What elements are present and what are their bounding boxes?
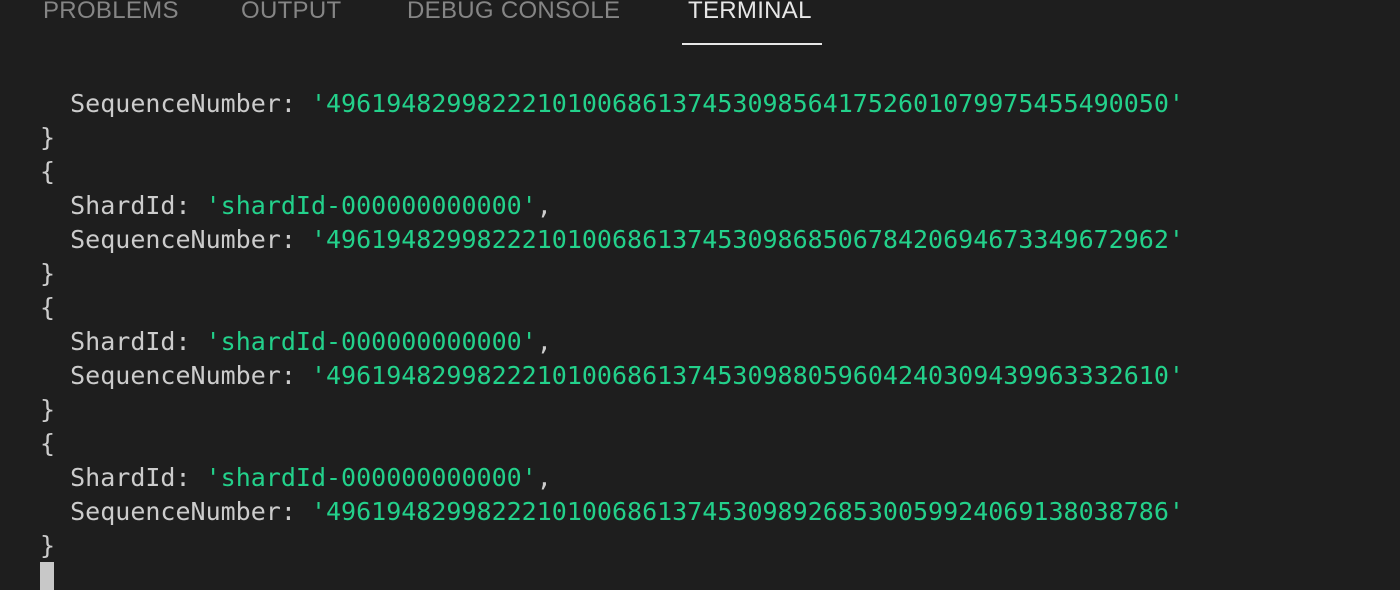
- terminal-line: }: [40, 531, 56, 560]
- terminal-line: SequenceNumber: '49619482998222101006861…: [40, 84, 1380, 118]
- terminal-output[interactable]: SequenceNumber: '49619482998222101006861…: [40, 84, 1380, 560]
- sequence-number-value: '496194829982221010068613745309892685300…: [310, 497, 1184, 526]
- terminal-line: }: [40, 123, 56, 152]
- terminal-line: }: [40, 395, 56, 424]
- shard-id-key: ShardId:: [70, 463, 191, 492]
- sequence-number-value: '496194829982221010068613745309856417526…: [310, 89, 1184, 118]
- shard-id-value: 'shardId-000000000000': [205, 191, 537, 220]
- tab-debug-console[interactable]: DEBUG CONSOLE: [407, 0, 620, 28]
- sequence-number-value: '496194829982221010068613745309880596042…: [310, 361, 1184, 390]
- tab-output[interactable]: OUTPUT: [241, 0, 341, 28]
- comma: ,: [536, 191, 552, 220]
- terminal-line: ShardId: 'shardId-000000000000',: [40, 186, 1380, 220]
- terminal-line: {: [40, 157, 56, 186]
- terminal-line: ShardId: 'shardId-000000000000',: [40, 458, 1380, 492]
- tab-terminal[interactable]: TERMINAL: [688, 0, 812, 28]
- sequence-number-key: SequenceNumber:: [70, 225, 296, 254]
- terminal-line: SequenceNumber: '49619482998222101006861…: [40, 356, 1380, 390]
- terminal-line: SequenceNumber: '49619482998222101006861…: [40, 220, 1380, 254]
- terminal-line: }: [40, 259, 56, 288]
- sequence-number-value: '496194829982221010068613745309868506784…: [310, 225, 1184, 254]
- terminal-line: {: [40, 293, 56, 322]
- comma: ,: [536, 463, 552, 492]
- terminal-line: {: [40, 429, 56, 458]
- active-tab-indicator: [682, 43, 822, 45]
- shard-id-key: ShardId:: [70, 191, 191, 220]
- sequence-number-key: SequenceNumber:: [70, 497, 296, 526]
- shard-id-key: ShardId:: [70, 327, 191, 356]
- tab-problems[interactable]: PROBLEMS: [43, 0, 179, 28]
- comma: ,: [536, 327, 552, 356]
- shard-id-value: 'shardId-000000000000': [205, 327, 537, 356]
- terminal-line: ShardId: 'shardId-000000000000',: [40, 322, 1380, 356]
- terminal-cursor: [40, 562, 54, 590]
- sequence-number-key: SequenceNumber:: [70, 89, 296, 118]
- terminal-line: SequenceNumber: '49619482998222101006861…: [40, 492, 1380, 526]
- shard-id-value: 'shardId-000000000000': [205, 463, 537, 492]
- sequence-number-key: SequenceNumber:: [70, 361, 296, 390]
- panel-tab-bar: PROBLEMS OUTPUT DEBUG CONSOLE TERMINAL: [0, 0, 1400, 50]
